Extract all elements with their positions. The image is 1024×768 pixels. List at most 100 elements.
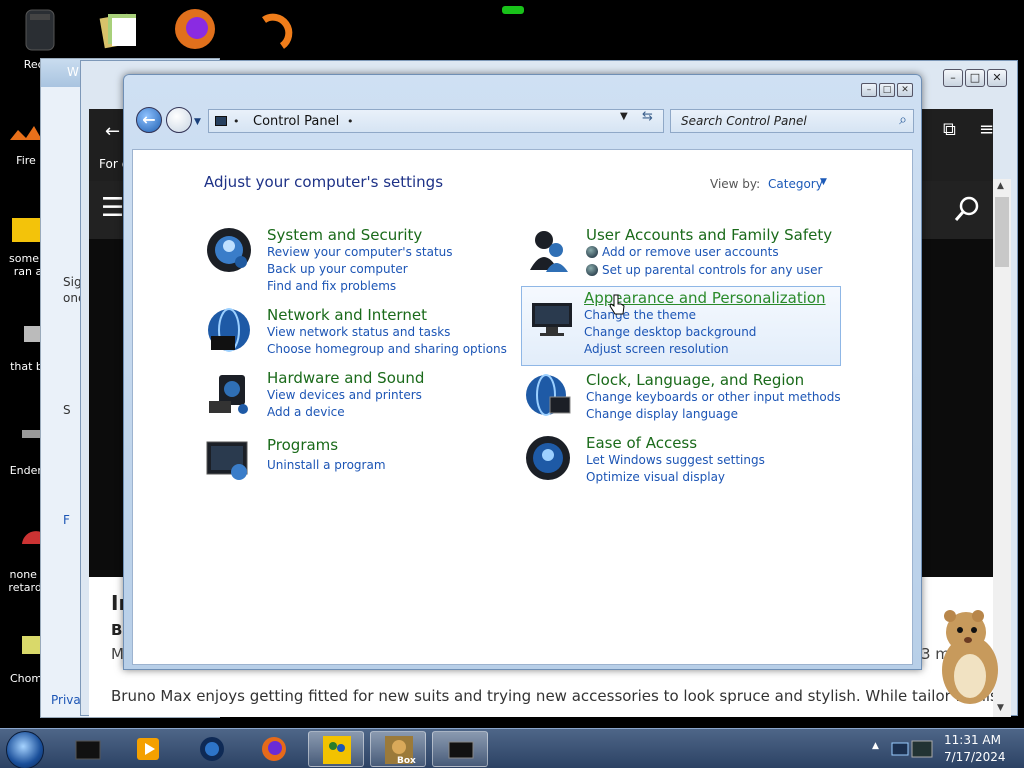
category-title[interactable]: System and Security xyxy=(267,226,422,244)
start-button[interactable] xyxy=(6,731,44,768)
category-link[interactable]: Change desktop background xyxy=(584,325,756,339)
media-player-icon xyxy=(137,738,159,760)
taskbar-item-firefox[interactable] xyxy=(246,731,302,767)
hardware-sound-icon xyxy=(209,375,248,414)
admin-shield-icon xyxy=(586,264,598,276)
system-security-icon xyxy=(207,228,251,272)
admin-shield-icon xyxy=(586,246,598,258)
hamburger-icon[interactable]: ☰ xyxy=(101,193,124,223)
cp-close-button[interactable]: ✕ xyxy=(897,83,913,97)
appearance-icon xyxy=(532,303,572,336)
programs-icon xyxy=(206,441,248,480)
taskbar: Box ▲ 11:31 AM 7/17/2024 xyxy=(0,728,1024,768)
system-tray: ▲ 11:31 AM 7/17/2024 xyxy=(864,729,1024,768)
category-link-text: Set up parental controls for any user xyxy=(602,263,823,277)
taskbar-item-box-game[interactable]: Box xyxy=(370,731,426,767)
category-link[interactable]: Optimize visual display xyxy=(586,470,725,484)
category-link[interactable]: Back up your computer xyxy=(267,262,408,276)
link-letter[interactable]: F xyxy=(63,513,70,527)
category-programs[interactable]: Programs Uninstall a program xyxy=(205,436,525,516)
category-ease-of-access[interactable]: Ease of Access Let Windows suggest setti… xyxy=(524,434,844,514)
minimize-button[interactable]: – xyxy=(943,69,963,87)
cp-maximize-button[interactable]: □ xyxy=(879,83,895,97)
article-meta: M xyxy=(111,645,124,663)
close-button[interactable]: ✕ xyxy=(987,69,1007,87)
category-title[interactable]: Ease of Access xyxy=(586,434,697,452)
menu-icon[interactable]: ≡ xyxy=(979,119,994,140)
hamster-gadget-icon xyxy=(942,610,998,704)
breadcrumb-control-panel[interactable]: Control Panel xyxy=(253,114,339,129)
category-link[interactable]: Choose homegroup and sharing options xyxy=(267,342,507,356)
background-window-title: W xyxy=(67,65,79,79)
recent-pages-chevron-icon[interactable]: ▼ xyxy=(194,117,201,127)
users-icon xyxy=(323,736,351,764)
category-title[interactable]: User Accounts and Family Safety xyxy=(586,226,832,244)
category-title[interactable]: Clock, Language, and Region xyxy=(586,371,804,389)
control-panel-window[interactable]: – □ ✕ ← ▼ • Control Panel • ▼ ⇆ Search C… xyxy=(123,74,922,670)
address-row: ← ▼ • Control Panel • ▼ ⇆ Search Control… xyxy=(134,103,914,141)
category-link[interactable]: Add a device xyxy=(267,405,345,419)
page-title: Adjust your computer's settings xyxy=(204,173,444,191)
category-link[interactable]: Uninstall a program xyxy=(267,458,386,472)
breadcrumb-separator-icon[interactable]: • xyxy=(233,115,240,128)
category-title[interactable]: Network and Internet xyxy=(267,306,427,324)
category-link[interactable]: Change keyboards or other input methods xyxy=(586,390,841,404)
category-link[interactable]: Let Windows suggest settings xyxy=(586,453,765,467)
category-link[interactable]: View network status and tasks xyxy=(267,325,450,339)
chevron-down-icon[interactable]: ▼ xyxy=(820,177,827,187)
tray-expand-icon[interactable]: ▲ xyxy=(872,741,879,751)
address-bar[interactable]: • Control Panel • xyxy=(208,109,664,133)
box-label: Box xyxy=(397,756,416,766)
category-link[interactable]: Add or remove user accounts xyxy=(586,245,779,259)
firefox-orb-icon[interactable] xyxy=(172,6,218,52)
search-control-panel-input[interactable]: Search Control Panel ⌕ xyxy=(670,109,914,133)
hook-icon[interactable] xyxy=(254,6,300,52)
view-by-label: View by: xyxy=(710,177,761,191)
network-internet-icon xyxy=(208,308,250,352)
taskbar-item-control-panel[interactable] xyxy=(432,731,488,767)
category-link[interactable]: Find and fix problems xyxy=(267,279,396,293)
view-by-dropdown[interactable]: Category xyxy=(768,177,823,191)
category-system-security[interactable]: System and Security Review your computer… xyxy=(205,226,525,306)
category-appearance-personalization[interactable]: Appearance and Personalization Change th… xyxy=(521,286,841,366)
category-link[interactable]: View devices and printers xyxy=(267,388,422,402)
sign-in-text: Sig xyxy=(63,275,82,289)
firefox-icon xyxy=(262,737,286,761)
folder-stack-icon[interactable] xyxy=(96,6,142,52)
taskbar-item-terminal[interactable] xyxy=(60,731,116,767)
maximize-button[interactable]: □ xyxy=(965,69,985,87)
window-caption-buttons: – □ ✕ xyxy=(861,83,913,97)
category-title[interactable]: Programs xyxy=(267,436,338,454)
clock-date[interactable]: 7/17/2024 xyxy=(944,750,1006,764)
taskbar-item-globe[interactable] xyxy=(184,731,240,767)
clock-time[interactable]: 11:31 AM xyxy=(944,733,1001,747)
search-icon[interactable] xyxy=(953,195,981,223)
recycle-bin-icon[interactable] xyxy=(18,6,64,52)
terminal-icon xyxy=(75,740,101,760)
clock-language-icon xyxy=(526,374,571,416)
category-link[interactable]: Change the theme xyxy=(584,308,696,322)
refresh-icon[interactable]: ⇆ xyxy=(642,109,653,124)
address-dropdown-icon[interactable]: ▼ xyxy=(620,111,628,122)
cp-minimize-button[interactable]: – xyxy=(861,83,877,97)
forward-button[interactable] xyxy=(166,107,192,133)
tray-icons[interactable] xyxy=(890,737,934,761)
ease-of-access-icon xyxy=(526,436,570,480)
control-panel-icon xyxy=(448,741,474,759)
back-button[interactable]: ← xyxy=(136,107,162,133)
breadcrumb-separator-icon[interactable]: • xyxy=(347,115,354,128)
category-link[interactable]: Set up parental controls for any user xyxy=(586,263,822,277)
search-icon[interactable]: ⌕ xyxy=(899,112,907,128)
back-arrow-icon[interactable]: ← xyxy=(105,121,120,142)
control-panel-small-icon xyxy=(215,116,227,126)
category-link[interactable]: Adjust screen resolution xyxy=(584,342,729,356)
category-link[interactable]: Change display language xyxy=(586,407,738,421)
extensions-icon[interactable]: ⧉ xyxy=(943,119,956,140)
taskbar-item-media[interactable] xyxy=(120,731,176,767)
category-title[interactable]: Hardware and Sound xyxy=(267,369,424,387)
scrollbar-thumb[interactable] xyxy=(995,197,1009,267)
section-letter: S xyxy=(63,403,71,417)
category-link[interactable]: Review your computer's status xyxy=(267,245,453,259)
taskbar-item-users[interactable] xyxy=(308,731,364,767)
scroll-up-icon[interactable]: ▲ xyxy=(997,181,1004,191)
